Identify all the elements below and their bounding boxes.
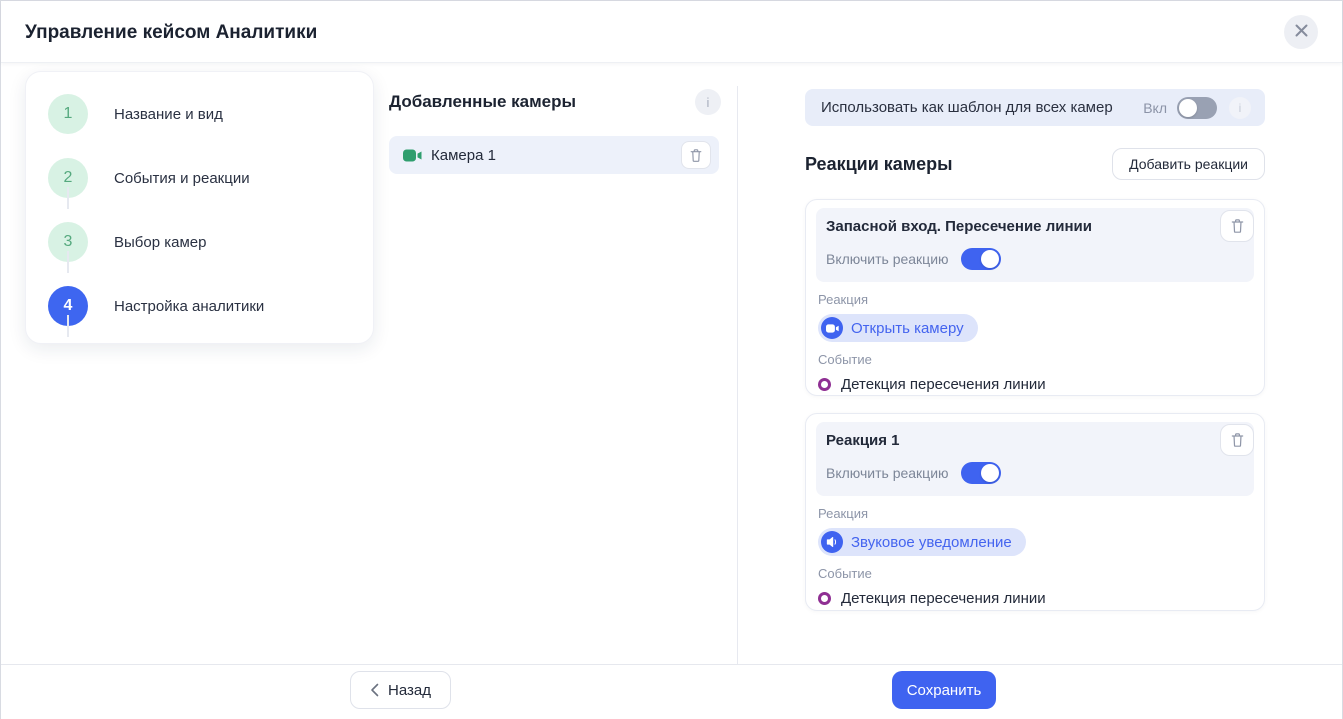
add-reactions-button[interactable]: Добавить реакции bbox=[1112, 148, 1265, 180]
step-name-and-type[interactable]: 1 Название и вид bbox=[26, 82, 373, 146]
reaction-card-body: Реакция Звуковое уведомление Событие Дет… bbox=[806, 506, 1264, 607]
reaction-action-label: Звуковое уведомление bbox=[851, 534, 1012, 551]
delete-reaction-button[interactable] bbox=[1220, 424, 1254, 456]
camera-icon bbox=[821, 317, 843, 339]
reaction-action-label: Открыть камеру bbox=[851, 320, 964, 337]
page-title: Управление кейсом Аналитики bbox=[25, 22, 317, 44]
reaction-title: Реакция 1 bbox=[826, 432, 1198, 449]
modal-header: Управление кейсом Аналитики bbox=[1, 1, 1342, 63]
close-button[interactable] bbox=[1284, 15, 1318, 49]
modal-footer: Назад Сохранить bbox=[1, 664, 1342, 719]
enable-reaction-label: Включить реакцию bbox=[826, 251, 949, 267]
reactions-header: Реакции камеры Добавить реакции bbox=[805, 148, 1265, 180]
analytics-case-modal: Управление кейсом Аналитики 1 Название и… bbox=[0, 0, 1343, 719]
wizard-stepper: 1 Название и вид 2 События и реакции 3 В… bbox=[25, 71, 374, 344]
step-connector bbox=[67, 187, 69, 209]
camera-name: Камера 1 bbox=[431, 147, 681, 164]
reaction-action-chip[interactable]: Открыть камеру bbox=[818, 314, 978, 342]
step-number-badge: 1 bbox=[48, 94, 88, 134]
delete-reaction-button[interactable] bbox=[1220, 210, 1254, 242]
delete-camera-button[interactable] bbox=[681, 141, 711, 169]
step-label: Настройка аналитики bbox=[114, 298, 264, 315]
enable-reaction-toggle[interactable] bbox=[961, 462, 1001, 484]
toggle-state-label: Вкл bbox=[1143, 100, 1167, 116]
trash-icon bbox=[1230, 432, 1245, 448]
back-button-label: Назад bbox=[388, 682, 431, 699]
reaction-card: Реакция 1 Включить реакцию Реакция Звуко… bbox=[805, 413, 1265, 611]
event-ring-icon bbox=[818, 592, 831, 605]
added-cameras-title: Добавленные камеры bbox=[389, 92, 576, 112]
reaction-field-label: Реакция bbox=[818, 292, 1252, 307]
trash-icon bbox=[1230, 218, 1245, 234]
reaction-title: Запасной вход. Пересечение линии bbox=[826, 218, 1198, 235]
camera-list-item[interactable]: Камера 1 bbox=[389, 136, 719, 174]
enable-reaction-toggle[interactable] bbox=[961, 248, 1001, 270]
event-field-label: Событие bbox=[818, 566, 1252, 581]
event-name: Детекция пересечения линии bbox=[841, 590, 1046, 607]
toggle-knob bbox=[1179, 99, 1197, 117]
reaction-card: Запасной вход. Пересечение линии Включит… bbox=[805, 199, 1265, 396]
sound-icon bbox=[821, 531, 843, 553]
back-button[interactable]: Назад bbox=[350, 671, 451, 709]
step-label: События и реакции bbox=[114, 170, 250, 187]
reaction-card-header: Реакция 1 Включить реакцию bbox=[816, 422, 1254, 496]
info-icon[interactable]: i bbox=[1229, 97, 1251, 119]
step-label: Выбор камер bbox=[114, 234, 206, 251]
step-camera-selection[interactable]: 3 Выбор камер bbox=[26, 210, 373, 274]
event-name: Детекция пересечения линии bbox=[841, 376, 1046, 393]
template-banner: Использовать как шаблон для всех камер В… bbox=[805, 89, 1265, 126]
save-button[interactable]: Сохранить bbox=[892, 671, 996, 709]
enable-reaction-row: Включить реакцию bbox=[826, 462, 1198, 484]
reaction-field-label: Реакция bbox=[818, 506, 1252, 521]
step-connector bbox=[67, 251, 69, 273]
toggle-knob bbox=[981, 464, 999, 482]
close-icon bbox=[1294, 23, 1309, 41]
video-camera-icon bbox=[403, 149, 422, 162]
event-field-label: Событие bbox=[818, 352, 1252, 367]
event-row: Детекция пересечения линии bbox=[818, 376, 1252, 393]
reaction-card-header: Запасной вход. Пересечение линии Включит… bbox=[816, 208, 1254, 282]
trash-icon bbox=[689, 148, 703, 163]
reaction-card-body: Реакция Открыть камеру Событие Детекция … bbox=[806, 292, 1264, 393]
template-toggle[interactable] bbox=[1177, 97, 1217, 119]
chevron-left-icon bbox=[370, 683, 379, 697]
enable-reaction-label: Включить реакцию bbox=[826, 465, 949, 481]
step-connector bbox=[67, 315, 69, 337]
enable-reaction-row: Включить реакцию bbox=[826, 248, 1198, 270]
reactions-title: Реакции камеры bbox=[805, 154, 953, 175]
template-banner-label: Использовать как шаблон для всех камер bbox=[821, 99, 1143, 116]
step-events-reactions[interactable]: 2 События и реакции bbox=[26, 146, 373, 210]
event-row: Детекция пересечения линии bbox=[818, 590, 1252, 607]
info-icon[interactable]: i bbox=[695, 89, 721, 115]
step-analytics-setup[interactable]: 4 Настройка аналитики bbox=[26, 274, 373, 338]
event-ring-icon bbox=[818, 378, 831, 391]
step-label: Название и вид bbox=[114, 106, 223, 123]
panel-divider bbox=[737, 86, 738, 664]
reaction-action-chip[interactable]: Звуковое уведомление bbox=[818, 528, 1026, 556]
toggle-knob bbox=[981, 250, 999, 268]
